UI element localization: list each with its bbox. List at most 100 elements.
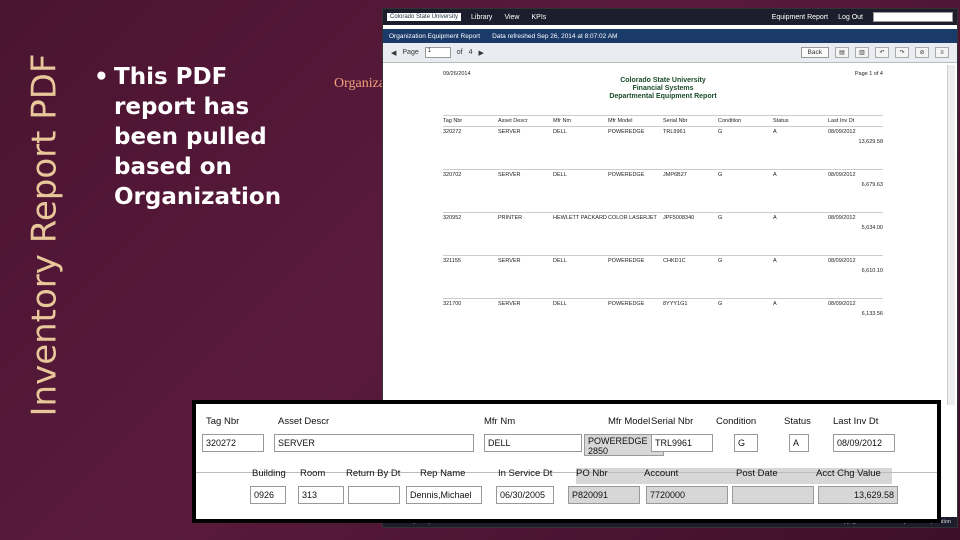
pdf-cell-mfr: DELL	[553, 172, 567, 178]
pdf-col-cond: Condition	[718, 118, 742, 124]
zoom-header2-7: Post Date	[736, 468, 778, 479]
app-topbar: Colorado State University Library View K…	[383, 9, 957, 25]
zoom-value-5: G	[734, 434, 758, 452]
search-input[interactable]	[873, 12, 953, 22]
pdf-detail-row: 5,634.00	[443, 223, 883, 233]
pdf-table-row: 320272 SERVER DELL POWEREDGE TRL9961 G A 08/09/…	[443, 126, 883, 137]
bullet-point: • This PDF report has been pulled based …	[94, 62, 296, 212]
pdf-table-row: 321700 SERVER DELL POWEREDGE 8YYY1G1 G A 08/09/…	[443, 298, 883, 309]
page-input[interactable]: 1	[424, 47, 451, 58]
menu-icon[interactable]: ≡	[935, 47, 949, 58]
vertical-title: Inventory Report PDF	[14, 0, 74, 470]
pdf-cell-status: A	[773, 172, 777, 178]
logout-link[interactable]: Log Out	[838, 14, 863, 21]
zoomed-record: Tag Nbr Asset Descr Mfr Nm Mfr Model Serial …	[192, 400, 941, 523]
redo-icon[interactable]: ↷	[895, 47, 909, 58]
pdf-col-mfr: Mfr Nm	[553, 118, 572, 124]
pdf-page: 09/26/2014 Page 1 of 4 Colorado State Un…	[443, 71, 883, 411]
page-label: Page	[402, 49, 419, 56]
pdf-scrollbar[interactable]	[947, 65, 955, 405]
zoom-header-3: Mfr Model	[608, 416, 651, 427]
pdf-cell-cond: G	[718, 301, 723, 307]
refreshed-text: Data refreshed Sep 26, 2014 at 8:07:02 A…	[492, 32, 618, 40]
pdf-col-inv: Last Inv Dt	[828, 118, 855, 124]
zoom-header-0: Tag Nbr	[206, 416, 240, 427]
pdf-cell-status: A	[773, 301, 777, 307]
back-button[interactable]: Back	[800, 47, 829, 58]
pdf-cell-tag: 321155	[443, 258, 461, 264]
pdf-cell-serial: TRL9961	[663, 129, 686, 135]
pdf-cell-cond: G	[718, 172, 723, 178]
pdf-cell-model: POWEREDGE	[608, 172, 645, 178]
pdf-detail-row: 13,629.58	[443, 137, 883, 147]
report-title-bar: Organization Equipment Report Data refre…	[383, 29, 957, 43]
pdf-date: 09/26/2014	[443, 71, 471, 77]
pdf-row-total: 13,629.58	[858, 139, 883, 145]
pdf-heading: Colorado State University Financial Syst…	[443, 77, 883, 101]
pdf-cell-mfr: DELL	[553, 129, 567, 135]
zoom-header2-2: Return By Dt	[346, 468, 401, 479]
first-page-icon[interactable]: ◀	[391, 49, 396, 57]
of-label: of	[456, 49, 463, 56]
export-icon[interactable]: ▥	[855, 47, 869, 58]
nav-kpis[interactable]: KPIs	[531, 14, 546, 21]
zoom-value-6: A	[789, 434, 809, 452]
zoomed-record-inner: Tag Nbr Asset Descr Mfr Nm Mfr Model Serial …	[196, 404, 937, 519]
zoom-value2-4: 06/30/2005	[496, 486, 554, 504]
zoom-header2-0: Building	[252, 468, 286, 479]
pdf-cell-cond: G	[718, 258, 723, 264]
pdf-table-row: 320702 SERVER DELL POWEREDGE JMP6B27 G A 08/09/…	[443, 169, 883, 180]
pdf-cell-tag: 320952	[443, 215, 462, 221]
equipment-report-link[interactable]: Equipment Report	[772, 14, 828, 21]
pdf-cell-tag: 320702	[443, 172, 462, 178]
csu-logo: Colorado State University	[387, 13, 462, 21]
zoom-value2-5: P820091	[568, 486, 640, 504]
pdf-detail-row: 6,610.10	[443, 266, 883, 276]
pdf-row-total: 6,133.56	[861, 311, 883, 317]
pdf-cell-mfr: DELL	[553, 258, 567, 264]
pdf-page-number: Page 1 of 4	[854, 71, 883, 77]
zoom-value-4: TRL9961	[651, 434, 713, 452]
nav-view[interactable]: View	[504, 14, 519, 21]
pdf-cell-inv: 08/09/2012	[828, 258, 856, 264]
pdf-cell-model: POWEREDGE	[608, 129, 645, 135]
pdf-cell-tag: 320272	[443, 129, 462, 135]
pdf-university: Colorado State University	[620, 77, 706, 84]
pdf-cell-desc: PRINTER	[498, 215, 523, 221]
zoom-header-4: Serial Nbr	[651, 416, 694, 427]
zoom-header2-3: Rep Name	[420, 468, 466, 479]
zoom-header-5: Condition	[716, 416, 757, 427]
save-icon[interactable]: ▤	[835, 47, 849, 58]
pdf-cell-desc: SERVER	[498, 129, 521, 135]
page-count: 4	[468, 49, 473, 56]
pdf-cell-serial: 8YYY1G1	[663, 301, 688, 307]
zoom-value2-2	[348, 486, 400, 504]
next-page-icon[interactable]: ▶	[479, 49, 484, 57]
pdf-cell-serial: CHKD1C	[663, 258, 686, 264]
vertical-title-text: Inventory Report PDF	[24, 53, 64, 417]
pdf-cell-inv: 08/09/2012	[828, 301, 856, 307]
pdf-cell-model: POWEREDGE	[608, 258, 645, 264]
zoom-value-1: SERVER	[274, 434, 474, 452]
zoom-header2-8: Acct Chg Value	[816, 468, 881, 479]
zoom-value2-8: 13,629.58	[818, 486, 898, 504]
zoom-header-2: Mfr Nm	[484, 416, 516, 427]
pdf-cell-serial: JMP6B27	[663, 172, 687, 178]
zoom-value2-0: 0926	[250, 486, 286, 504]
undo-icon[interactable]: ↶	[875, 47, 889, 58]
pdf-detail-row: 6,679.63	[443, 180, 883, 190]
pdf-cell-cond: G	[718, 215, 723, 221]
pdf-col-tag: Tag Nbr	[443, 118, 463, 124]
pdf-cell-tag: 321700	[443, 301, 462, 307]
nav-library[interactable]: Library	[471, 14, 492, 21]
zoom-value-7: 08/09/2012	[833, 434, 895, 452]
pdf-cell-inv: 08/09/2012	[828, 172, 856, 178]
bullet-dot-icon: •	[94, 64, 109, 90]
cancel-icon[interactable]: ⊘	[915, 47, 929, 58]
zoom-header2-5: PO Nbr	[576, 468, 608, 479]
pdf-table-row: 320952 PRINTER HEWLETT PACKARD COLOR LASERJ…	[443, 212, 883, 223]
report-toolbar: ◀ Page 1 of 4 ▶ Back ▤ ▥ ↶ ↷ ⊘ ≡	[383, 43, 957, 63]
zoom-value2-1: 313	[298, 486, 344, 504]
pdf-cell-status: A	[773, 215, 777, 221]
pdf-cell-desc: SERVER	[498, 301, 521, 307]
